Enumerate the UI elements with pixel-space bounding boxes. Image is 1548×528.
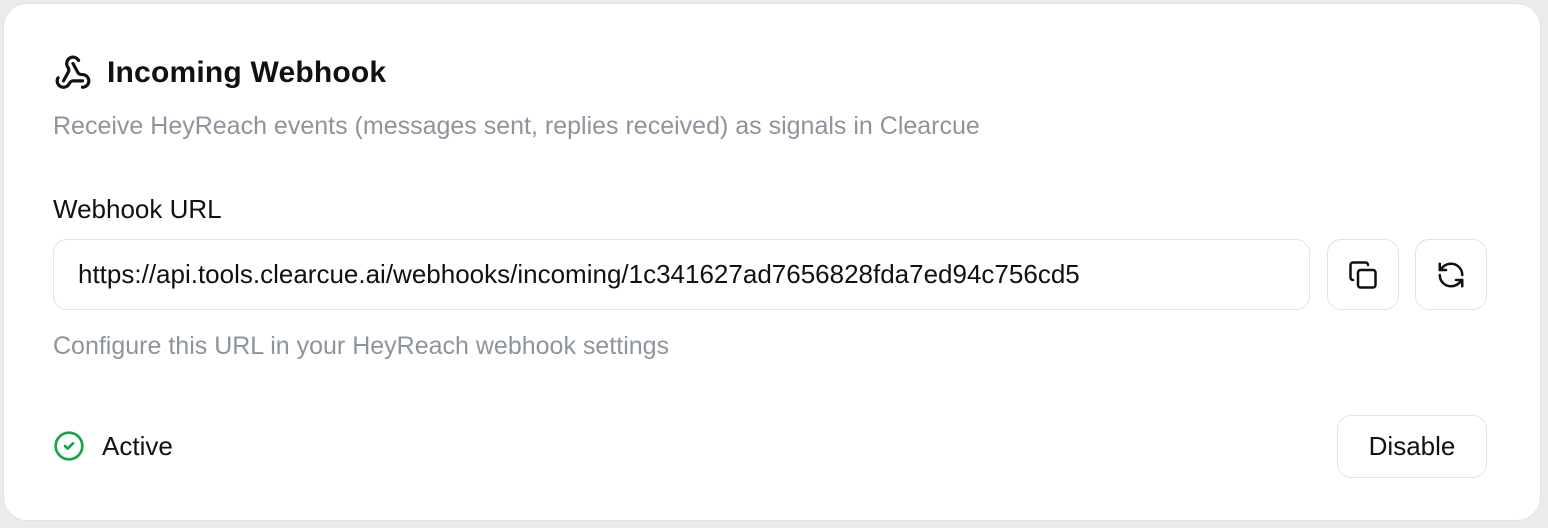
- card-title: Incoming Webhook: [107, 56, 387, 89]
- status-label: Active: [102, 430, 173, 461]
- webhook-url-label: Webhook URL: [53, 194, 222, 224]
- disable-button[interactable]: Disable: [1337, 415, 1487, 478]
- webhook-url-field[interactable]: https://api.tools.clearcue.ai/webhooks/i…: [53, 239, 1310, 310]
- copy-url-button[interactable]: [1327, 239, 1399, 310]
- webhook-url-helper: Configure this URL in your HeyReach webh…: [53, 332, 670, 360]
- incoming-webhook-card: Incoming Webhook Receive HeyReach events…: [3, 3, 1541, 521]
- status-indicator: Active: [53, 428, 173, 464]
- copy-icon: [1348, 260, 1378, 290]
- regenerate-url-button[interactable]: [1415, 239, 1487, 310]
- webhook-icon: [53, 53, 93, 93]
- card-subtitle: Receive HeyReach events (messages sent, …: [53, 112, 980, 140]
- refresh-icon: [1436, 260, 1466, 290]
- check-circle-icon: [53, 430, 85, 462]
- card-header: Incoming Webhook: [53, 51, 386, 95]
